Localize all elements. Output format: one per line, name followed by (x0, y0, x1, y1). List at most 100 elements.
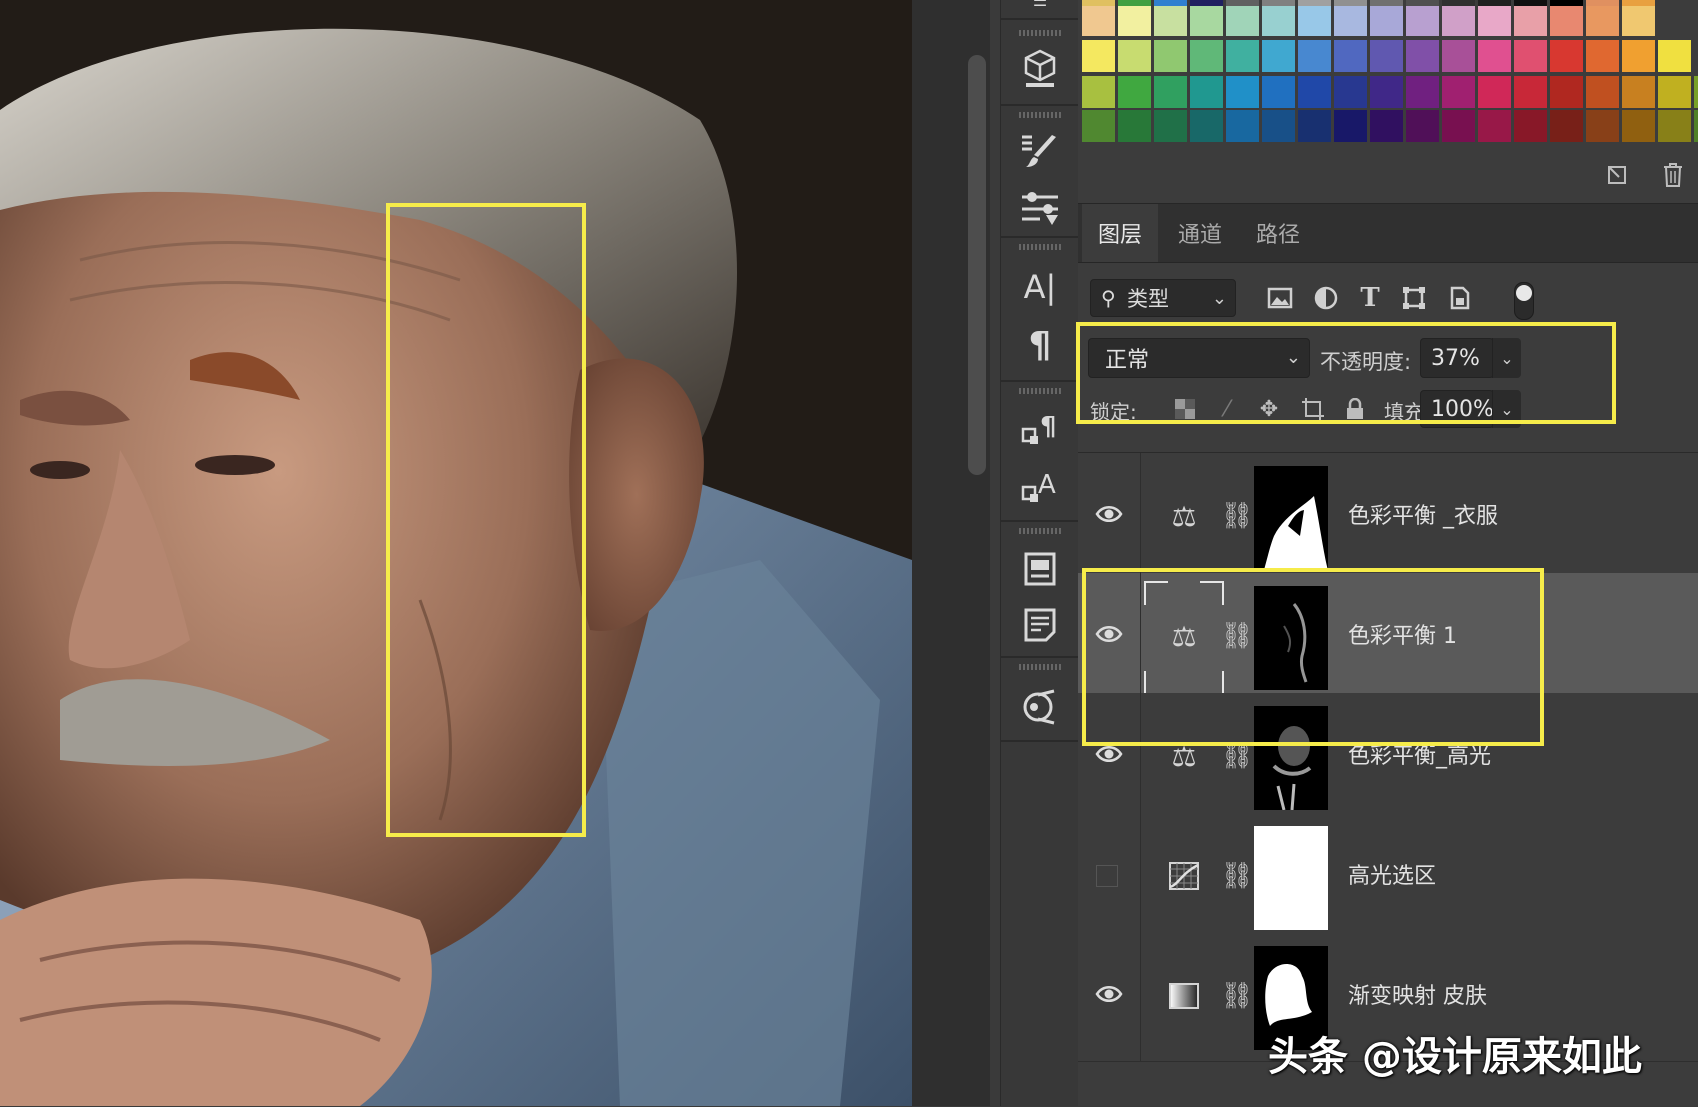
color-swatch[interactable] (1082, 40, 1115, 72)
color-swatch[interactable] (1118, 76, 1151, 108)
layer-name[interactable]: 高光选区 (1348, 858, 1436, 890)
color-swatch[interactable] (1514, 76, 1547, 108)
color-swatch[interactable] (1406, 40, 1439, 72)
link-icon[interactable]: ⛓ (1221, 739, 1254, 773)
smart-object-filter-icon[interactable] (1442, 280, 1478, 316)
color-swatch[interactable] (1586, 40, 1619, 72)
link-icon[interactable]: ⛓ (1221, 619, 1254, 653)
libraries-icon[interactable] (1015, 546, 1065, 592)
lock-position-icon[interactable]: ✥ (1254, 394, 1284, 424)
color-swatch[interactable] (1622, 110, 1655, 142)
color-swatch[interactable] (1334, 4, 1367, 36)
color-swatch[interactable] (1118, 40, 1151, 72)
swatches-grid[interactable] (1082, 0, 1698, 150)
color-swatch[interactable] (1586, 0, 1619, 6)
color-swatch[interactable] (1154, 110, 1187, 142)
lock-all-icon[interactable] (1340, 394, 1370, 424)
adjustment-sliders-icon[interactable] (1015, 184, 1065, 230)
3d-object-icon[interactable] (1015, 46, 1065, 92)
color-swatch[interactable] (1586, 4, 1619, 36)
color-swatch[interactable] (1478, 76, 1511, 108)
link-icon[interactable]: ⛓ (1221, 499, 1254, 533)
color-swatch[interactable] (1442, 0, 1475, 6)
layer-name[interactable]: 渐变映射 皮肤 (1348, 978, 1487, 1010)
lock-image-pixels-icon[interactable]: ⁄ (1212, 394, 1242, 424)
color-swatch[interactable] (1118, 110, 1151, 142)
eye-icon[interactable] (1095, 983, 1123, 1005)
color-swatch[interactable] (1190, 4, 1223, 36)
color-swatch[interactable] (1262, 110, 1295, 142)
color-swatch[interactable] (1478, 0, 1511, 6)
color-swatch[interactable] (1334, 76, 1367, 108)
color-swatch[interactable] (1190, 76, 1223, 108)
color-swatch[interactable] (1226, 0, 1259, 6)
tab-paths[interactable]: 路径 (1242, 204, 1314, 262)
fill-input[interactable]: 100% (1420, 390, 1494, 428)
color-swatch[interactable] (1298, 4, 1331, 36)
layer-mask-thumbnail[interactable] (1254, 826, 1328, 930)
color-swatch[interactable] (1226, 76, 1259, 108)
color-swatch[interactable] (1622, 4, 1655, 36)
document-canvas[interactable] (0, 0, 912, 1106)
color-swatch[interactable] (1478, 110, 1511, 142)
color-swatch[interactable] (1226, 40, 1259, 72)
tab-layers[interactable]: 图层 (1082, 204, 1158, 262)
color-swatch[interactable] (1298, 0, 1331, 6)
color-swatch[interactable] (1370, 76, 1403, 108)
opacity-dropdown-icon[interactable]: ⌄ (1492, 338, 1521, 378)
color-swatch[interactable] (1370, 0, 1403, 6)
layer-name[interactable]: 色彩平衡 _衣服 (1348, 498, 1498, 530)
color-swatch[interactable] (1550, 0, 1583, 6)
color-swatch[interactable] (1190, 40, 1223, 72)
layer-mask-thumbnail[interactable] (1254, 586, 1328, 690)
lock-transparent-pixels-icon[interactable] (1170, 394, 1200, 424)
color-swatch[interactable] (1550, 110, 1583, 142)
eye-icon[interactable] (1095, 623, 1123, 645)
layer-mask-thumbnail[interactable] (1254, 466, 1328, 570)
history-icon[interactable]: ☰ (1015, 0, 1065, 10)
color-swatch[interactable] (1406, 76, 1439, 108)
color-swatch[interactable] (1298, 110, 1331, 142)
color-swatch[interactable] (1334, 110, 1367, 142)
color-swatch[interactable] (1514, 4, 1547, 36)
layer-name[interactable]: 色彩平衡 1 (1348, 618, 1457, 650)
color-swatch[interactable] (1262, 76, 1295, 108)
delete-swatch-icon[interactable] (1658, 160, 1688, 190)
layer-mask-thumbnail[interactable] (1254, 706, 1328, 810)
link-icon[interactable]: ⛓ (1221, 979, 1254, 1013)
type-filter-icon[interactable]: T (1352, 280, 1388, 316)
color-swatch[interactable] (1082, 4, 1115, 36)
color-swatch[interactable] (1298, 76, 1331, 108)
layer-name[interactable]: 色彩平衡_高光 (1348, 738, 1491, 770)
eye-icon[interactable] (1095, 503, 1123, 525)
new-swatch-icon[interactable] (1602, 160, 1632, 190)
link-icon[interactable]: ⛓ (1221, 859, 1254, 893)
paragraph-icon[interactable]: ¶ (1015, 322, 1065, 368)
color-swatch[interactable] (1694, 110, 1698, 142)
color-swatch[interactable] (1262, 4, 1295, 36)
color-swatch[interactable] (1226, 4, 1259, 36)
color-swatch[interactable] (1658, 40, 1691, 72)
layer-row-selected[interactable]: ⚖ ⛓ 色彩平衡 1 (1078, 573, 1698, 702)
color-swatch[interactable] (1514, 110, 1547, 142)
color-swatch[interactable] (1082, 76, 1115, 108)
shape-filter-icon[interactable] (1396, 280, 1432, 316)
color-swatch[interactable] (1586, 76, 1619, 108)
tab-channels[interactable]: 通道 (1164, 204, 1236, 262)
color-swatch[interactable] (1694, 76, 1698, 108)
color-swatch[interactable] (1118, 0, 1151, 6)
color-swatch[interactable] (1154, 40, 1187, 72)
fill-dropdown-icon[interactable]: ⌄ (1492, 390, 1521, 428)
color-swatch[interactable] (1442, 110, 1475, 142)
color-swatch[interactable] (1550, 4, 1583, 36)
image-filter-icon[interactable] (1262, 280, 1298, 316)
color-swatch[interactable] (1226, 110, 1259, 142)
color-swatch[interactable] (1406, 110, 1439, 142)
paragraph-style-icon[interactable]: ¶ (1015, 406, 1065, 452)
color-swatch[interactable] (1298, 40, 1331, 72)
color-swatch[interactable] (1190, 110, 1223, 142)
color-swatch[interactable] (1586, 110, 1619, 142)
color-swatch[interactable] (1118, 4, 1151, 36)
color-swatch[interactable] (1262, 40, 1295, 72)
character-icon[interactable]: A| (1015, 264, 1065, 310)
